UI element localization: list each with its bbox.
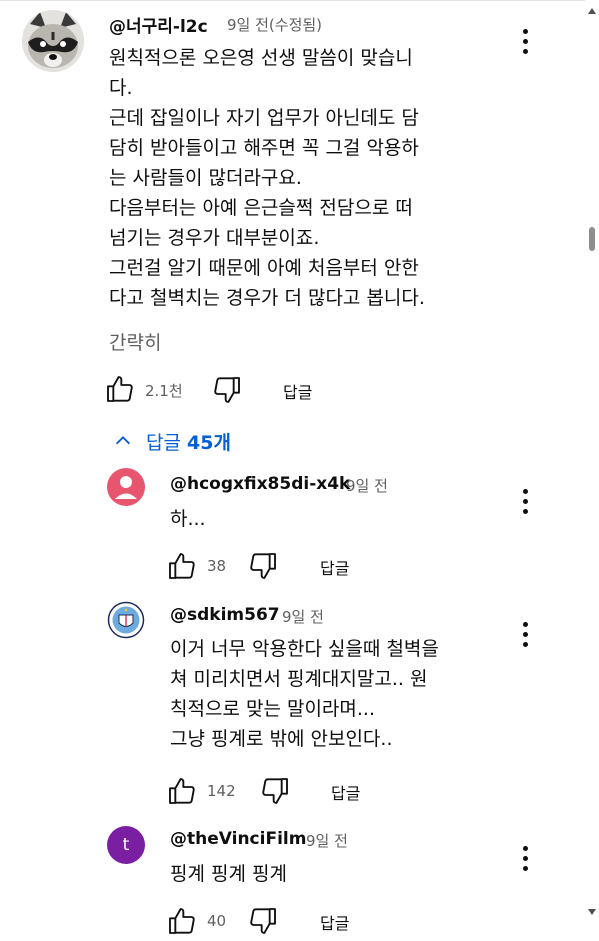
club-crest-icon: [107, 601, 145, 639]
avatar[interactable]: [107, 601, 145, 639]
avatar[interactable]: [22, 10, 84, 72]
like-button[interactable]: [166, 550, 198, 586]
dislike-button[interactable]: [247, 905, 279, 941]
reply-text: 핑계 핑계 핑계: [170, 859, 287, 889]
reply-line: 쳐 미리치면서 핑계대지말고.. 원: [170, 668, 428, 690]
avatar[interactable]: [107, 468, 145, 506]
thumb-down-icon: [250, 908, 276, 934]
thumb-down-icon: [214, 377, 240, 403]
chevron-up-icon: [115, 436, 131, 445]
like-button[interactable]: [104, 373, 136, 409]
reply-button[interactable]: 답글: [320, 555, 349, 579]
reply-line: 칙적으로 맞는 말이라며...: [170, 698, 375, 720]
reply-author[interactable]: @hcogxfix85di-x4k: [170, 474, 350, 494]
reply-button[interactable]: 답글: [320, 910, 349, 934]
thumb-down-icon: [250, 553, 276, 579]
avatar[interactable]: t: [107, 826, 145, 864]
reply-text: 하...: [170, 504, 206, 534]
comment-line: 넘기는 경우가 대부분이죠.: [109, 227, 320, 249]
scrollbar-thumb[interactable]: [589, 227, 595, 251]
reply-button[interactable]: 답글: [331, 780, 360, 804]
dislike-button[interactable]: [259, 775, 291, 811]
thumb-down-icon: [262, 778, 288, 804]
like-count: 38: [207, 557, 227, 575]
replies-toggle-label: 답글 45개: [146, 428, 231, 455]
more-actions-icon[interactable]: [513, 841, 537, 875]
reply-line: 그냥 핑계로 밖에 안보인다..: [170, 728, 393, 750]
comment-timestamp[interactable]: 9일 전(수정됨): [227, 14, 322, 35]
reply-text: 이거 너무 악용한다 싶을때 철벽을 쳐 미리치면서 핑계대지말고.. 원 칙적…: [170, 634, 439, 754]
comment-line: 는 사람들이 많더라구요.: [109, 167, 302, 189]
like-count: 40: [207, 912, 227, 930]
replies-label: 답글: [146, 431, 181, 454]
like-count: 2.1천: [145, 382, 183, 400]
like-button[interactable]: [166, 775, 198, 811]
more-actions-icon[interactable]: [513, 617, 537, 651]
more-actions-icon[interactable]: [513, 484, 537, 518]
reply-line: 이거 너무 악용한다 싶을때 철벽을: [170, 638, 439, 660]
reply-button[interactable]: 답글: [283, 379, 312, 403]
comment-line: 다고 철벽치는 경우가 더 많다고 봅니다.: [109, 287, 425, 309]
dislike-button[interactable]: [247, 550, 279, 586]
replies-toggle[interactable]: 답글 45개: [112, 426, 231, 456]
scroll-up-arrow-icon[interactable]: [588, 8, 596, 14]
raccoon-avatar-icon: [22, 10, 84, 72]
comment-line: 근데 잡일이나 자기 업무가 아닌데도 담: [109, 107, 419, 129]
show-less-button[interactable]: 간략히: [109, 328, 161, 355]
comment-author[interactable]: @너구리-l2c: [109, 12, 208, 37]
reply-author[interactable]: @theVinciFilm: [170, 829, 306, 849]
default-person-icon: [115, 476, 137, 499]
replies-count: 45개: [187, 431, 231, 454]
reply-line: 하...: [170, 508, 206, 530]
comment-text: 원칙적으론 오은영 선생 말씀이 맞습니 다. 근데 잡일이나 자기 업무가 아…: [109, 43, 425, 313]
scrollbar[interactable]: [585, 0, 599, 923]
comment-line: 그런걸 알기 때문에 아예 처음부터 안한: [109, 257, 419, 279]
reply-timestamp[interactable]: 9일 전: [282, 606, 324, 627]
thumb-up-icon: [107, 376, 133, 402]
reply-author[interactable]: @sdkim567: [170, 605, 280, 625]
thumb-up-icon: [169, 553, 195, 579]
scroll-down-arrow-icon[interactable]: [588, 909, 596, 915]
like-button[interactable]: [166, 905, 198, 941]
dislike-button[interactable]: [211, 374, 243, 410]
reply-timestamp[interactable]: 9일 전: [346, 475, 388, 496]
comment-thread: @너구리-l2c 9일 전(수정됨) 원칙적으론 오은영 선생 말씀이 맞습니 …: [0, 0, 580, 420]
more-actions-icon[interactable]: [513, 24, 537, 58]
thumb-up-icon: [169, 908, 195, 934]
like-count: 142: [207, 782, 236, 800]
reply-line: 핑계 핑계 핑계: [170, 863, 287, 885]
comment-line: 다음부터는 아예 은근슬쩍 전담으로 떠: [109, 197, 413, 219]
reply-timestamp[interactable]: 9일 전: [306, 830, 348, 851]
comment-line: 원칙적으론 오은영 선생 말씀이 맞습니: [109, 47, 413, 69]
thumb-up-icon: [169, 778, 195, 804]
avatar-letter: t: [122, 835, 130, 855]
comment-line: 다.: [109, 77, 133, 99]
comment-line: 담히 받아들이고 해주면 꼭 그걸 악용하: [109, 137, 419, 159]
